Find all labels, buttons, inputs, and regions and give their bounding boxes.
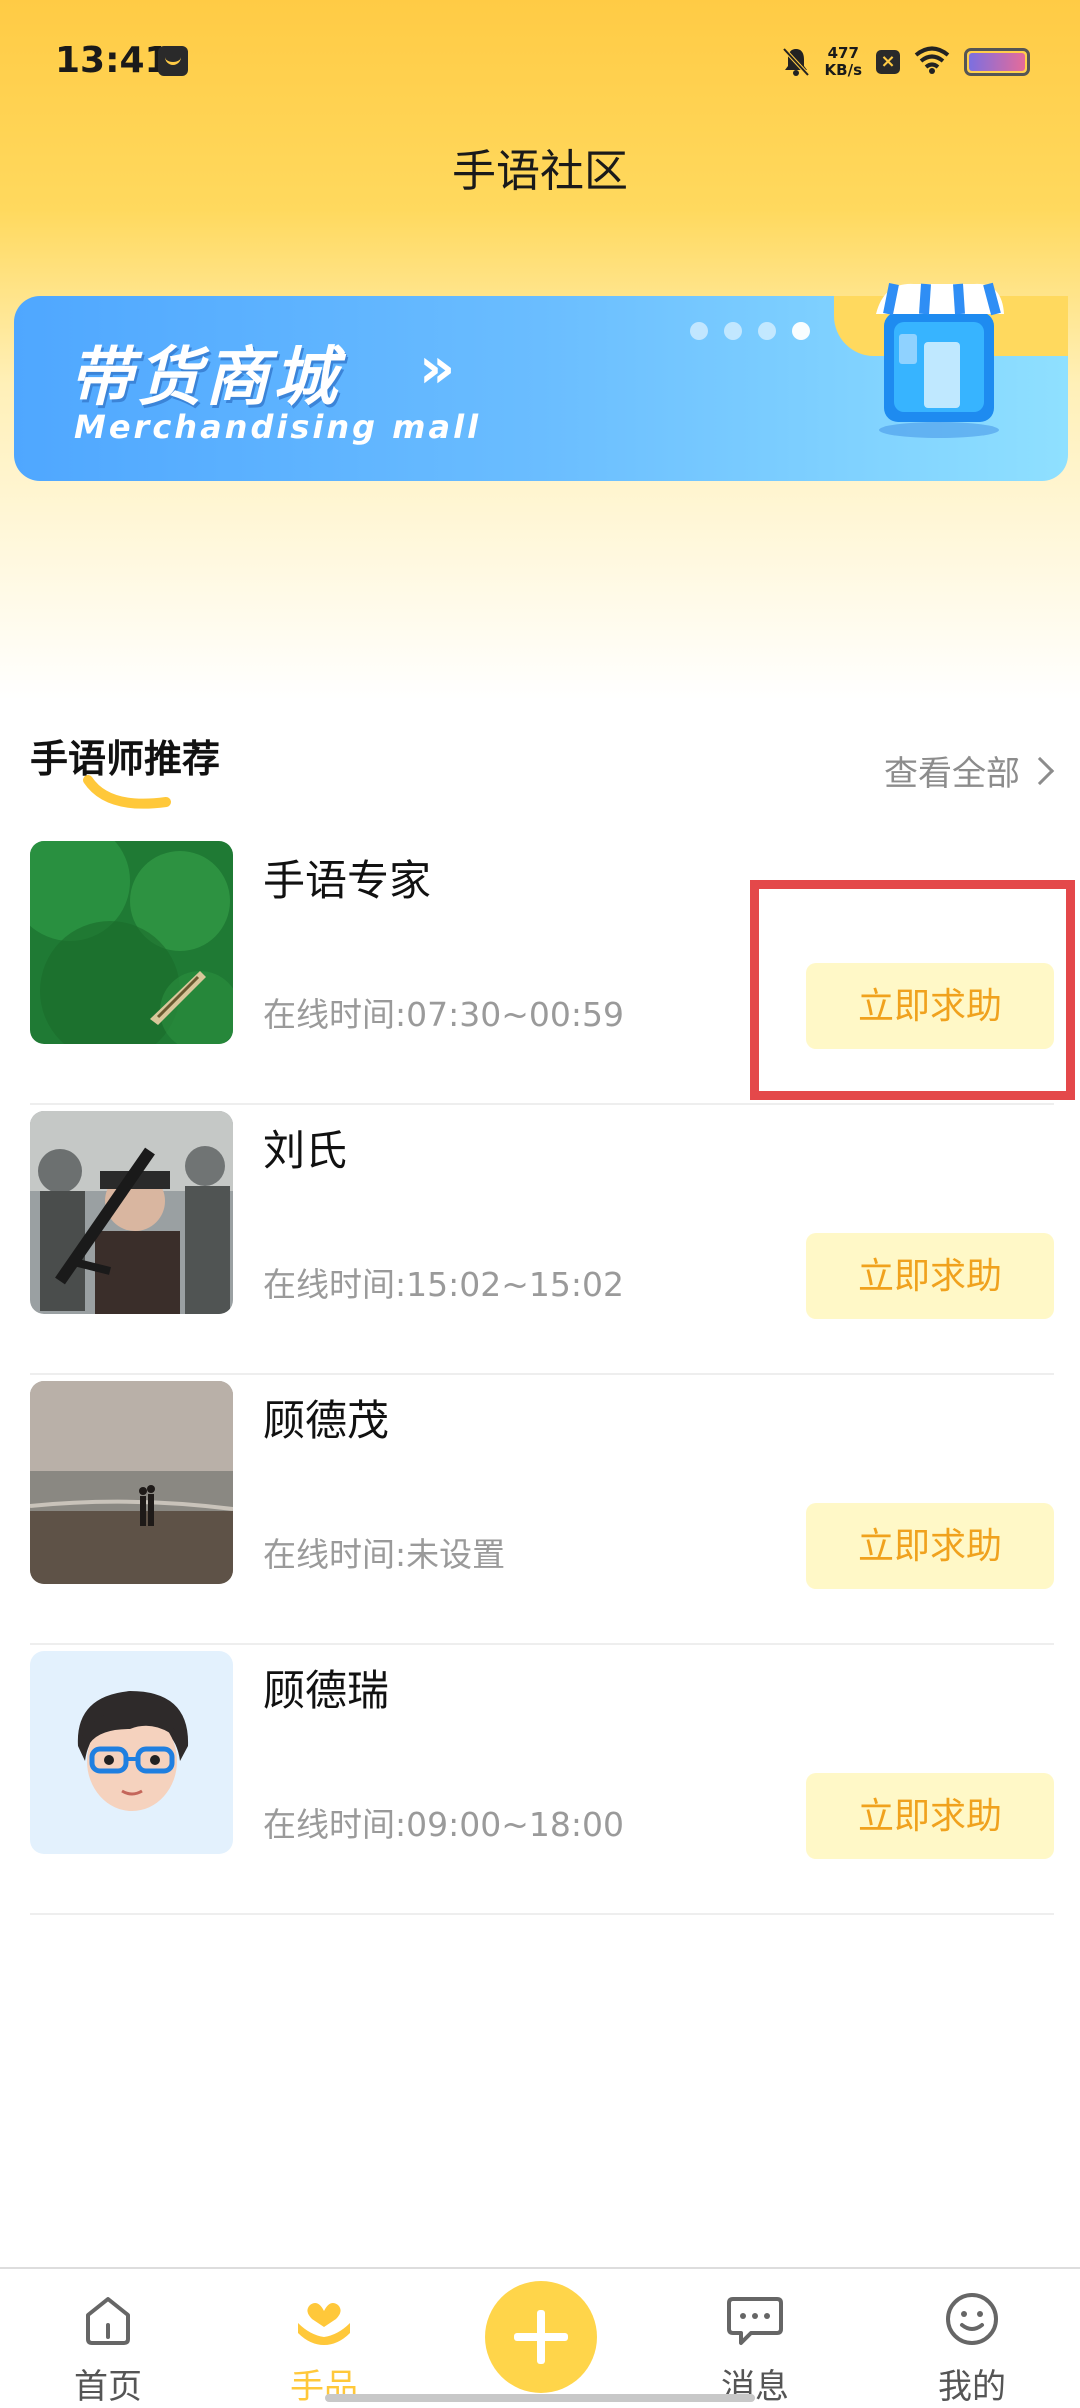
network-speed: 477 KB/s bbox=[825, 45, 862, 79]
section-title-underline bbox=[83, 775, 171, 809]
home-indicator bbox=[325, 2394, 755, 2402]
online-time: 在线时间:09:00~18:00 bbox=[263, 1805, 624, 1844]
banner-dot-active bbox=[792, 322, 810, 340]
banner-dot bbox=[758, 322, 776, 340]
list-item[interactable]: 刘氏 在线时间:15:02~15:02 立即求助 bbox=[30, 1111, 1054, 1375]
tab-home-label: 首页 bbox=[74, 2367, 142, 2407]
avatar bbox=[30, 1651, 233, 1854]
list-item[interactable]: 顾德瑞 在线时间:09:00~18:00 立即求助 bbox=[30, 1651, 1054, 1915]
avatar bbox=[30, 1111, 233, 1314]
message-notification-icon bbox=[158, 46, 188, 76]
online-time: 在线时间:15:02~15:02 bbox=[263, 1265, 624, 1304]
banner-title: 带货商城 bbox=[69, 341, 341, 415]
expert-name: 手语专家 bbox=[263, 856, 432, 905]
online-time: 在线时间:07:30~00:59 bbox=[263, 995, 624, 1034]
help-now-button[interactable]: 立即求助 bbox=[806, 1773, 1054, 1859]
status-time: 13:41 bbox=[55, 40, 170, 81]
wifi-icon bbox=[914, 46, 950, 78]
avatar bbox=[30, 841, 233, 1044]
expert-name: 刘氏 bbox=[263, 1126, 348, 1175]
status-icons: 477 KB/s × bbox=[781, 40, 1030, 84]
merchandising-mall-banner[interactable]: 带货商城 » Merchandising mall bbox=[14, 282, 1068, 481]
battery-icon bbox=[964, 48, 1030, 76]
banner-dot bbox=[724, 322, 742, 340]
list-item[interactable]: 顾德茂 在线时间:未设置 立即求助 bbox=[30, 1381, 1054, 1645]
chat-icon bbox=[727, 2297, 783, 2345]
help-now-button[interactable]: 立即求助 bbox=[806, 1503, 1054, 1589]
tab-home[interactable]: 首页 bbox=[38, 2289, 178, 2408]
banner-arrow-icon: » bbox=[419, 336, 456, 401]
store-icon bbox=[876, 282, 1004, 438]
hands-heart-icon bbox=[298, 2303, 350, 2345]
expert-name: 顾德瑞 bbox=[263, 1666, 390, 1715]
tab-shoupin[interactable]: 手品 bbox=[254, 2289, 394, 2408]
banner-subtitle: Merchandising mall bbox=[74, 408, 482, 446]
app-x-icon: × bbox=[876, 50, 900, 74]
tab-mine-label: 我的 bbox=[938, 2367, 1006, 2407]
highlight-box bbox=[750, 880, 1075, 1100]
view-all-label: 查看全部 bbox=[884, 754, 1020, 794]
banner-dot bbox=[690, 322, 708, 340]
chevron-right-icon bbox=[1025, 756, 1055, 785]
expert-name: 顾德茂 bbox=[263, 1396, 390, 1445]
tab-messages[interactable]: 消息 bbox=[685, 2289, 825, 2408]
tab-mine[interactable]: 我的 bbox=[902, 2289, 1042, 2408]
status-bar: 13:41 477 KB/s × bbox=[0, 0, 1080, 125]
smile-icon bbox=[946, 2293, 998, 2345]
network-speed-unit: KB/s bbox=[824, 61, 862, 79]
banner-pagination bbox=[690, 322, 810, 340]
avatar bbox=[30, 1381, 233, 1584]
home-icon bbox=[86, 2297, 130, 2345]
bell-muted-icon bbox=[781, 46, 811, 78]
bottom-tab-bar: 首页 手品 消息 我的 bbox=[0, 2267, 1080, 2408]
network-speed-value: 477 bbox=[827, 44, 859, 62]
view-all-link[interactable]: 查看全部 bbox=[884, 746, 1055, 795]
help-now-button[interactable]: 立即求助 bbox=[806, 1233, 1054, 1319]
online-time: 在线时间:未设置 bbox=[263, 1535, 506, 1574]
plus-icon[interactable] bbox=[485, 2281, 597, 2393]
page-title: 手语社区 bbox=[452, 146, 628, 197]
